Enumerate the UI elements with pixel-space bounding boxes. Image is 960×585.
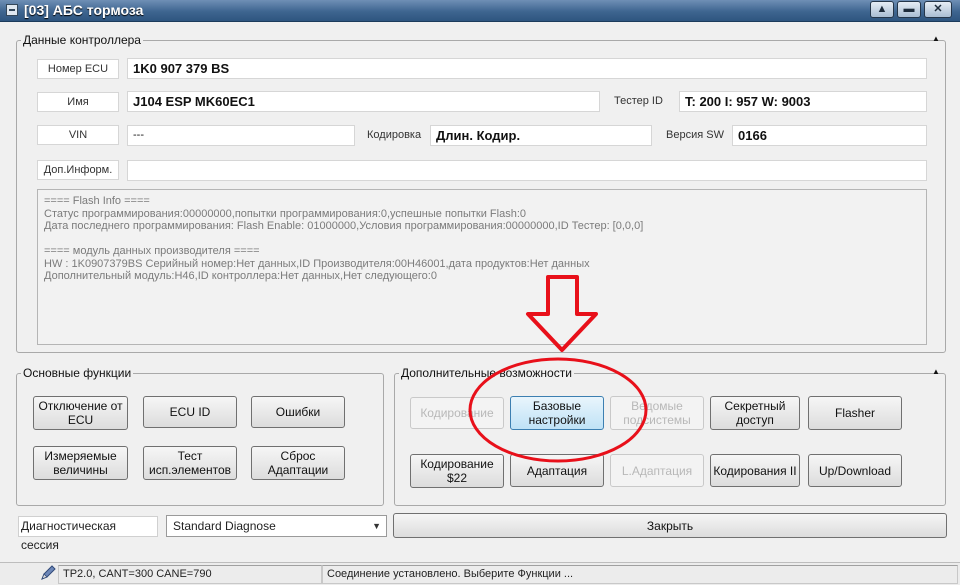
ecu-id-label: ECU ID (169, 405, 211, 419)
ecu-number-value: 1K0 907 379 BS (127, 58, 927, 79)
info-line: Статус программирования:00000000,попытки… (44, 207, 527, 220)
diagnostic-session-select[interactable]: Standard Diagnose ▼ (166, 515, 387, 537)
disconnect-ecu-button[interactable]: Отключение от ECU (33, 396, 128, 430)
flash-info-textbox[interactable]: ==== Flash Info ==== Статус программиров… (37, 189, 927, 345)
errors-button[interactable]: Ошибки (251, 396, 345, 428)
coding-button-label: Кодирование (420, 406, 494, 420)
reset-adaptation-label: Сброс Адаптации (267, 449, 329, 477)
adaptation-label: Адаптация (526, 463, 588, 478)
collapse-up-icon[interactable]: ▲ (932, 367, 940, 376)
collapse-up-icon[interactable]: ▲ (932, 34, 940, 43)
flasher-button[interactable]: Flasher (808, 396, 902, 430)
disconnect-ecu-label: Отключение от ECU (38, 399, 123, 427)
status-message: Соединение установлено. Выберите Функции… (322, 565, 958, 584)
title-bar[interactable]: [03] АБС тормоза ▲ ▬ ✕ (0, 0, 960, 22)
long-adaptation-label: L.Адаптация (621, 463, 693, 478)
info-line (44, 233, 920, 246)
chevron-down-icon[interactable]: ▼ (372, 516, 381, 536)
coding-22-button[interactable]: Кодирование $22 (410, 454, 504, 488)
measured-values-label: Измеряемые величины (44, 449, 117, 477)
info-line: ==== Flash Info ==== (44, 195, 150, 207)
ecu-number-label: Номер ECU (37, 59, 119, 79)
adaptation-button[interactable]: Адаптация (510, 454, 604, 487)
app-window: [03] АБС тормоза ▲ ▬ ✕ Данные контроллер… (0, 0, 960, 585)
coding-button[interactable]: Кодирование (410, 397, 504, 429)
measured-values-button[interactable]: Измеряемые величины (33, 446, 128, 480)
vin-label: VIN (37, 125, 119, 145)
security-access-label: Секретный доступ (724, 399, 786, 427)
basic-functions-group: Основные функции (16, 366, 384, 506)
basic-functions-legend: Основные функции (23, 366, 132, 380)
close-window-button[interactable]: ✕ (924, 1, 952, 18)
reset-adaptation-button[interactable]: Сброс Адаптации (251, 446, 345, 480)
coding-ii-label: Кодирования II (713, 463, 797, 478)
status-bar: TP2.0, CANT=300 CANE=790 Соединение уста… (0, 562, 960, 585)
diagnostic-session-value: Standard Diagnose (173, 519, 276, 533)
coding-ii-button[interactable]: Кодирования II (710, 454, 800, 487)
flasher-label: Flasher (834, 406, 875, 420)
sw-version-label: Версия SW (666, 129, 724, 141)
slave-systems-label: Ведомые подсистемы (623, 399, 691, 427)
long-adaptation-button[interactable]: L.Адаптация (610, 454, 704, 487)
info-line: Дополнительный модуль:H46,ID контроллера… (44, 270, 437, 282)
window-menu-icon[interactable] (6, 4, 18, 16)
info-line: ==== модуль данных производителя ==== (44, 245, 260, 257)
pen-icon (41, 565, 56, 580)
close-button-label: Закрыть (646, 518, 694, 533)
minimize-button[interactable]: ▬ (897, 1, 921, 18)
up-download-label: Up/Download (818, 463, 892, 478)
coding-label: Кодировка (367, 129, 422, 141)
diagnostic-session-label: Диагностическая сессия (18, 516, 158, 552)
ecu-id-button[interactable]: ECU ID (143, 396, 237, 428)
controller-data-legend: Данные контроллера (23, 33, 141, 47)
info-line: HW : 1K0907379BS Серийный номер:Нет данн… (44, 257, 590, 270)
tester-id-value: T: 200 I: 957 W: 9003 (679, 91, 927, 112)
close-button[interactable]: Закрыть (393, 513, 947, 538)
extra-info-label: Доп.Информ. (37, 160, 119, 180)
name-label: Имя (37, 92, 119, 112)
extra-info-value (127, 160, 927, 181)
actuator-test-label: Тест исп.элементов (148, 449, 232, 477)
roll-up-button[interactable]: ▲ (870, 1, 894, 18)
window-title: [03] АБС тормоза (24, 2, 144, 18)
security-access-button[interactable]: Секретный доступ (710, 396, 800, 430)
sw-version-value: 0166 (732, 125, 927, 146)
actuator-test-button[interactable]: Тест исп.элементов (143, 446, 237, 480)
info-line: Дата последнего программирования: Flash … (44, 220, 644, 232)
slave-systems-button[interactable]: Ведомые подсистемы (610, 396, 704, 430)
coding-value: Длин. Кодир. (430, 125, 652, 146)
basic-settings-label: Базовые настройки (528, 399, 586, 427)
errors-label: Ошибки (275, 405, 321, 419)
basic-settings-button[interactable]: Базовые настройки (510, 396, 604, 430)
up-download-button[interactable]: Up/Download (808, 454, 902, 487)
connection-status: TP2.0, CANT=300 CANE=790 (58, 565, 322, 584)
tester-id-label: Тестер ID (614, 95, 663, 107)
name-value: J104 ESP MK60EC1 (127, 91, 600, 112)
coding-22-label: Кодирование $22 (420, 457, 494, 485)
advanced-functions-legend: Дополнительные возможности (401, 366, 572, 380)
vin-value: --- (127, 125, 355, 146)
